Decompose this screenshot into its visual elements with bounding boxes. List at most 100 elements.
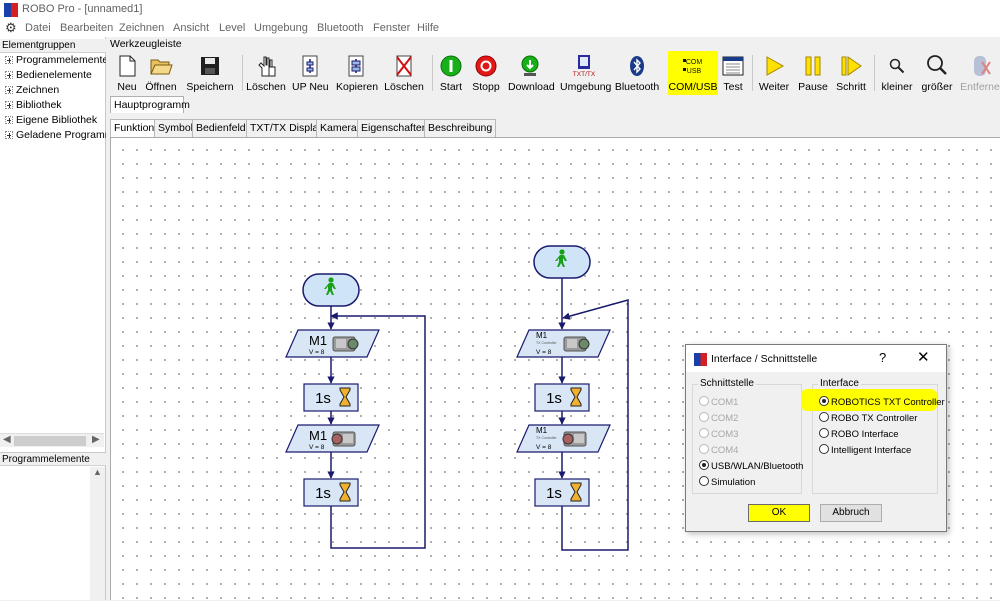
radio-button	[699, 428, 709, 438]
tree-item-eigene-bibliothek[interactable]: Eigene Bibliothek	[0, 113, 106, 128]
expand-icon[interactable]	[5, 86, 13, 94]
new-subprogram-icon	[302, 55, 318, 77]
tab-hauptprogramm[interactable]: Hauptprogramm	[110, 96, 190, 113]
test-button[interactable]: Test	[720, 51, 746, 95]
motor-icon	[331, 431, 356, 447]
tree-item-programmelemente[interactable]: Programmelemente	[0, 53, 106, 68]
bluetooth-button[interactable]: Bluetooth	[614, 51, 660, 95]
radio-robo-interface[interactable]: ROBO Interface	[819, 428, 899, 442]
radio-button[interactable]	[819, 396, 829, 406]
radio-button[interactable]	[699, 460, 709, 470]
radio-robo-tx-controller[interactable]: ROBO TX Controller	[819, 412, 917, 426]
menu-datei[interactable]: Datei	[25, 22, 51, 34]
save-button[interactable]: Speichern	[186, 51, 234, 95]
svg-text:1s: 1s	[315, 390, 331, 407]
scrollbar-thumb[interactable]	[14, 436, 86, 446]
environment-button[interactable]: TXT/TX Umgebung	[560, 51, 611, 95]
tab-beschreibung[interactable]: Beschreibung	[424, 119, 497, 137]
tab-symbol[interactable]: Symbol	[154, 119, 198, 137]
menu-zeichnen[interactable]: Zeichnen	[119, 22, 164, 34]
expand-icon[interactable]	[5, 56, 13, 64]
save-disk-icon	[201, 57, 219, 75]
open-button[interactable]: Öffnen	[144, 51, 178, 95]
radio-usb-wlan-bluetooth[interactable]: USB/WLAN/Bluetooth	[699, 460, 803, 474]
close-icon[interactable]: ✕	[917, 348, 930, 366]
tab-kamera[interactable]: Kamera	[316, 119, 361, 137]
tab-eigenschaften[interactable]: Eigenschaften	[357, 119, 432, 137]
svg-text:USB: USB	[687, 68, 702, 75]
menu-bluetooth[interactable]: Bluetooth	[317, 22, 363, 34]
download-button[interactable]: Download	[508, 51, 555, 95]
motor-icon	[563, 336, 590, 352]
system-menu-icon[interactable]: ⚙	[5, 21, 17, 35]
scroll-left-icon[interactable]: ◀	[3, 434, 11, 445]
tree-item-zeichnen[interactable]: Zeichnen	[0, 83, 106, 98]
zoom-in-button[interactable]: größer	[920, 51, 954, 95]
program-elements-list[interactable]	[0, 467, 90, 600]
new-subprogram-button[interactable]: UP Neu	[292, 51, 329, 95]
radio-button[interactable]	[819, 444, 829, 454]
motor-icon	[332, 336, 359, 352]
delete-connection-button[interactable]: Löschen	[246, 51, 286, 95]
radio-com4: COM4	[699, 444, 738, 458]
help-button[interactable]: ?	[879, 350, 886, 365]
svg-text:V = 8: V = 8	[536, 349, 552, 356]
sub-tab-bar: Funktion Symbol Bedienfeld TXT/TX Displa…	[108, 119, 1000, 138]
step-icon	[841, 56, 862, 76]
pause-button[interactable]: Pause	[796, 51, 830, 95]
robopro-app-icon	[694, 353, 707, 366]
delete-button[interactable]: Löschen	[384, 51, 424, 95]
horizontal-scrollbar[interactable]: ◀ ▶	[0, 433, 104, 447]
title-bar: ROBO Pro - [unnamed1]	[0, 0, 1000, 20]
svg-text:M1: M1	[536, 426, 548, 435]
svg-text:1s: 1s	[546, 485, 562, 502]
toolbar-header: Werkzeugleiste	[110, 38, 182, 50]
menu-level[interactable]: Level	[219, 22, 245, 34]
radio-robotics-txt-controller[interactable]: ROBOTICS TXT Controller	[819, 396, 945, 410]
tree-item-bibliothek[interactable]: Bibliothek	[0, 98, 106, 113]
tree-item-geladene-programme[interactable]: Geladene Programme	[0, 128, 106, 143]
ok-button[interactable]: OK	[748, 504, 810, 522]
radio-intelligent-interface[interactable]: Intelligent Interface	[819, 444, 911, 458]
toolbar-separator	[432, 55, 433, 91]
test-icon	[722, 56, 744, 76]
zoom-out-button[interactable]: kleiner	[880, 51, 914, 95]
element-groups-header: Elementgruppen	[0, 39, 106, 53]
copy-button[interactable]: Kopieren	[336, 51, 378, 95]
scroll-up-icon[interactable]: ▲	[93, 467, 102, 477]
scroll-right-icon[interactable]: ▶	[92, 434, 100, 445]
menu-ansicht[interactable]: Ansicht	[173, 22, 209, 34]
flowchart-right: M1 TX Controller V = 8 1s M1 TX Controll…	[516, 245, 629, 551]
step-button[interactable]: Schritt	[834, 51, 868, 95]
radio-button[interactable]	[819, 412, 829, 422]
continue-button[interactable]: Weiter	[758, 51, 790, 95]
expand-icon[interactable]	[5, 101, 13, 109]
vertical-scrollbar[interactable]: ▲	[90, 467, 105, 600]
tab-funktion[interactable]: Funktion	[110, 119, 159, 138]
new-button[interactable]: Neu	[114, 51, 140, 95]
radio-simulation[interactable]: Simulation	[699, 476, 755, 490]
menu-hilfe[interactable]: Hilfe	[417, 22, 439, 34]
stop-button[interactable]: Stopp	[470, 51, 502, 95]
expand-icon[interactable]	[5, 131, 13, 139]
tab-bedienfeld[interactable]: Bedienfeld	[192, 119, 250, 137]
expand-icon[interactable]	[5, 116, 13, 124]
expand-icon[interactable]	[5, 71, 13, 79]
toolbar-separator	[752, 55, 753, 91]
menu-fenster[interactable]: Fenster	[373, 22, 410, 34]
open-folder-icon	[150, 59, 173, 75]
menu-bearbeiten[interactable]: Bearbeiten	[60, 22, 113, 34]
tree-item-bedienelemente[interactable]: Bedienelemente	[0, 68, 106, 83]
radio-button[interactable]	[699, 476, 709, 486]
cancel-button[interactable]: Abbruch	[820, 504, 882, 522]
com-usb-button[interactable]: COM USB COM/USB	[668, 51, 718, 95]
radio-button[interactable]	[819, 428, 829, 438]
new-file-icon	[119, 55, 136, 77]
start-button[interactable]: Start	[436, 51, 466, 95]
svg-text:M1: M1	[309, 428, 327, 443]
download-icon	[521, 55, 539, 76]
svg-text:V = 8: V = 8	[309, 349, 325, 356]
stop-icon	[475, 55, 497, 77]
interface-group: Interface ROBOTICS TXT Controller ROBO T…	[801, 378, 945, 494]
menu-umgebung[interactable]: Umgebung	[254, 22, 308, 34]
